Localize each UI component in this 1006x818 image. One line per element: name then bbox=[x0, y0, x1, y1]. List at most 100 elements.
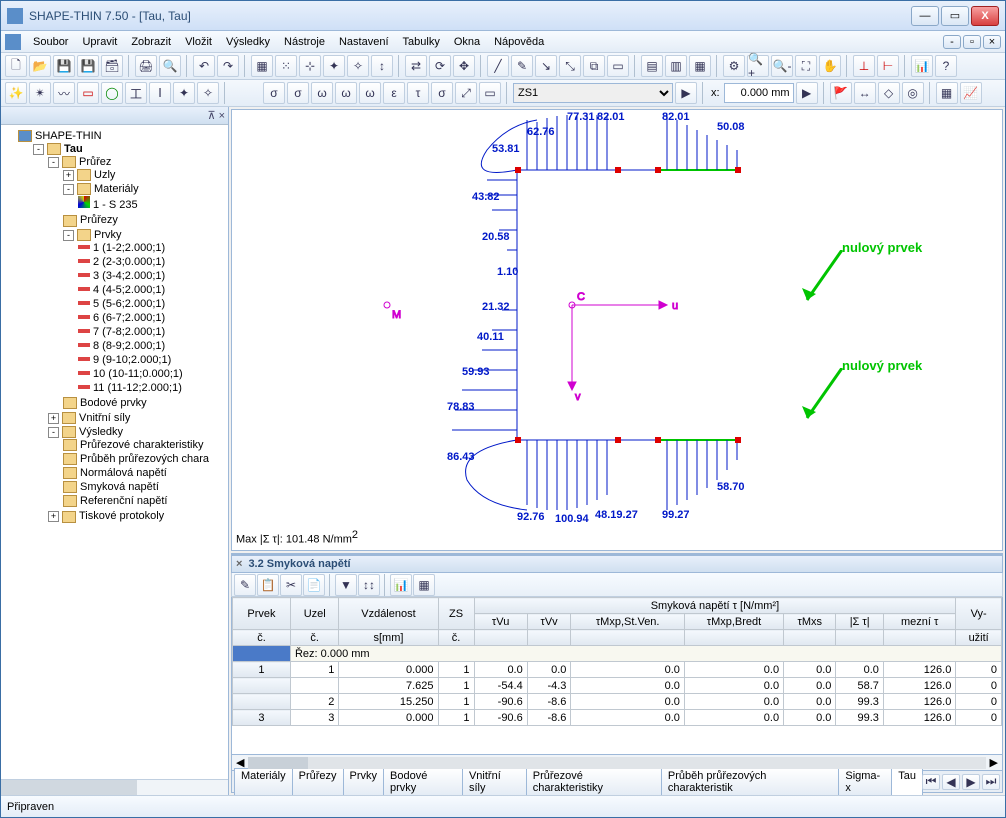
tree-element[interactable]: 11 (11-12;2.000;1) bbox=[93, 382, 182, 394]
bottom-tab[interactable]: Prvky bbox=[343, 768, 385, 795]
cell[interactable]: 0.0 bbox=[571, 678, 684, 694]
tree-vysledky[interactable]: Výsledky bbox=[79, 426, 123, 438]
data-grid[interactable]: Prvek Uzel Vzdálenost ZS Smyková napětí … bbox=[231, 597, 1003, 755]
mdi-minimize[interactable]: - bbox=[943, 35, 961, 49]
line-icon[interactable]: ╱ bbox=[487, 55, 509, 77]
open-icon[interactable]: 📂 bbox=[29, 55, 51, 77]
tree-uzly[interactable]: Uzly bbox=[94, 169, 115, 181]
tree-tisk[interactable]: Tiskové protokoly bbox=[79, 510, 164, 522]
hscroll-right[interactable]: ▶ bbox=[986, 756, 1002, 769]
row-header[interactable] bbox=[233, 694, 291, 710]
tree-result-item[interactable]: Normálová napětí bbox=[80, 467, 167, 479]
snap2-icon[interactable]: ✦ bbox=[323, 55, 345, 77]
cell[interactable]: 0.0 bbox=[784, 678, 836, 694]
tree-bodove[interactable]: Bodové prvky bbox=[80, 397, 147, 409]
menu-nastroje[interactable]: Nástroje bbox=[278, 34, 331, 50]
tab-first-icon[interactable]: ⏮ bbox=[922, 774, 940, 790]
undo-icon[interactable]: ↶ bbox=[193, 55, 215, 77]
cell[interactable]: 0.0 bbox=[684, 678, 783, 694]
tree-model[interactable]: Tau bbox=[64, 143, 83, 155]
tree-result-item[interactable]: Referenční napětí bbox=[80, 495, 167, 507]
cell[interactable]: 0.0 bbox=[571, 662, 684, 678]
tb-cut-icon[interactable]: ✂ bbox=[280, 574, 302, 596]
bottom-tab[interactable]: Průběh průřezových charakteristik bbox=[661, 768, 839, 795]
cell[interactable]: 0 bbox=[956, 710, 1002, 726]
tree-element[interactable]: 5 (5-6;2.000;1) bbox=[93, 298, 165, 310]
omega-icon[interactable]: ω bbox=[311, 82, 333, 104]
axis-icon[interactable]: ⊥ bbox=[853, 55, 875, 77]
rect-icon[interactable]: ▭ bbox=[77, 82, 99, 104]
tb-paste-icon[interactable]: 📄 bbox=[303, 574, 325, 596]
cell[interactable]: 0.0 bbox=[571, 694, 684, 710]
cell[interactable]: 126.0 bbox=[883, 678, 955, 694]
axis2-icon[interactable]: ⊢ bbox=[877, 55, 899, 77]
minimize-button[interactable]: — bbox=[911, 6, 939, 26]
menu-napoveda[interactable]: Nápověda bbox=[488, 34, 550, 50]
bottom-tab[interactable]: Materiály bbox=[234, 768, 293, 795]
table-icon[interactable]: ▤ bbox=[641, 55, 663, 77]
cell[interactable]: 7.625 bbox=[339, 678, 438, 694]
tree-result-item[interactable]: Smyková napětí bbox=[80, 481, 159, 493]
eps-icon[interactable]: ε bbox=[383, 82, 405, 104]
cell[interactable]: 0.0 bbox=[784, 710, 836, 726]
calc-icon[interactable]: ⚙ bbox=[723, 55, 745, 77]
sigma-icon[interactable]: σ bbox=[263, 82, 285, 104]
tab-next-icon[interactable]: ▶ bbox=[962, 774, 980, 790]
twisty[interactable]: - bbox=[48, 157, 59, 168]
tree-view[interactable]: SHAPE-THIN -Tau -Průřez +Uzly -Materiály… bbox=[1, 125, 228, 779]
cell[interactable]: 15.250 bbox=[339, 694, 438, 710]
cell[interactable]: 1 bbox=[438, 710, 474, 726]
twisty[interactable]: - bbox=[48, 427, 59, 438]
circle-icon[interactable]: ◯ bbox=[101, 82, 123, 104]
tree-prurez[interactable]: Průřez bbox=[79, 156, 111, 168]
tree-element[interactable]: 3 (3-4;2.000;1) bbox=[93, 270, 165, 282]
target-icon[interactable]: ◎ bbox=[902, 82, 924, 104]
cell[interactable]: 0.0 bbox=[684, 694, 783, 710]
cell[interactable]: 0.0 bbox=[684, 710, 783, 726]
hscroll-thumb[interactable] bbox=[248, 757, 308, 769]
twisty[interactable]: + bbox=[48, 413, 59, 424]
new-icon[interactable]: 🗋 bbox=[5, 55, 27, 77]
tree-prvky[interactable]: Prvky bbox=[94, 229, 122, 241]
cell[interactable]: 0.000 bbox=[339, 662, 438, 678]
tree-mat-s235[interactable]: 1 - S 235 bbox=[93, 199, 138, 211]
view-icon[interactable]: ◇ bbox=[878, 82, 900, 104]
tool4-icon[interactable]: ⤡ bbox=[559, 55, 581, 77]
row-header[interactable]: 3 bbox=[233, 710, 291, 726]
table3-icon[interactable]: ▦ bbox=[689, 55, 711, 77]
nav-pin-icon[interactable]: ⊼ × bbox=[207, 109, 225, 122]
row-header[interactable] bbox=[233, 678, 291, 694]
redo-icon[interactable]: ↷ bbox=[217, 55, 239, 77]
cell[interactable]: 2 bbox=[290, 694, 338, 710]
x-input[interactable] bbox=[724, 83, 794, 103]
zoom-in-icon[interactable]: 🔍+ bbox=[747, 55, 769, 77]
tb-chart-icon[interactable]: 📊 bbox=[390, 574, 412, 596]
cell[interactable]: -4.3 bbox=[527, 678, 571, 694]
cell[interactable]: 1 bbox=[438, 662, 474, 678]
mdi-close[interactable]: × bbox=[983, 35, 1001, 49]
omega3-icon[interactable]: ω bbox=[359, 82, 381, 104]
tree-result-item[interactable]: Průřezové charakteristiky bbox=[80, 439, 204, 451]
cell[interactable]: -90.6 bbox=[474, 694, 527, 710]
twisty[interactable]: - bbox=[63, 184, 74, 195]
pan-icon[interactable]: ✋ bbox=[819, 55, 841, 77]
tree-prurezy[interactable]: Průřezy bbox=[80, 214, 118, 226]
twisty[interactable]: - bbox=[63, 230, 74, 241]
preview-icon[interactable]: 🔍 bbox=[159, 55, 181, 77]
tb-copy-icon[interactable]: 📋 bbox=[257, 574, 279, 596]
shear-icon[interactable]: ⤢ bbox=[455, 82, 477, 104]
tree-element[interactable]: 8 (8-9;2.000;1) bbox=[93, 340, 165, 352]
maximize-button[interactable]: ▭ bbox=[941, 6, 969, 26]
save-icon-2[interactable]: 💾 bbox=[77, 55, 99, 77]
tab-last-icon[interactable]: ⏭ bbox=[982, 774, 1000, 790]
menu-soubor[interactable]: Soubor bbox=[27, 34, 74, 50]
tab-prev-icon[interactable]: ◀ bbox=[942, 774, 960, 790]
nav-scrollbar[interactable] bbox=[1, 780, 137, 795]
flag-icon[interactable]: 🚩 bbox=[830, 82, 852, 104]
menu-nastaveni[interactable]: Nastavení bbox=[333, 34, 395, 50]
tb-filter-icon[interactable]: ▼ bbox=[335, 574, 357, 596]
cell[interactable]: 126.0 bbox=[883, 662, 955, 678]
cell[interactable]: 58.7 bbox=[836, 678, 884, 694]
bottom-tab[interactable]: Průřezy bbox=[292, 768, 344, 795]
cell[interactable]: -90.6 bbox=[474, 710, 527, 726]
